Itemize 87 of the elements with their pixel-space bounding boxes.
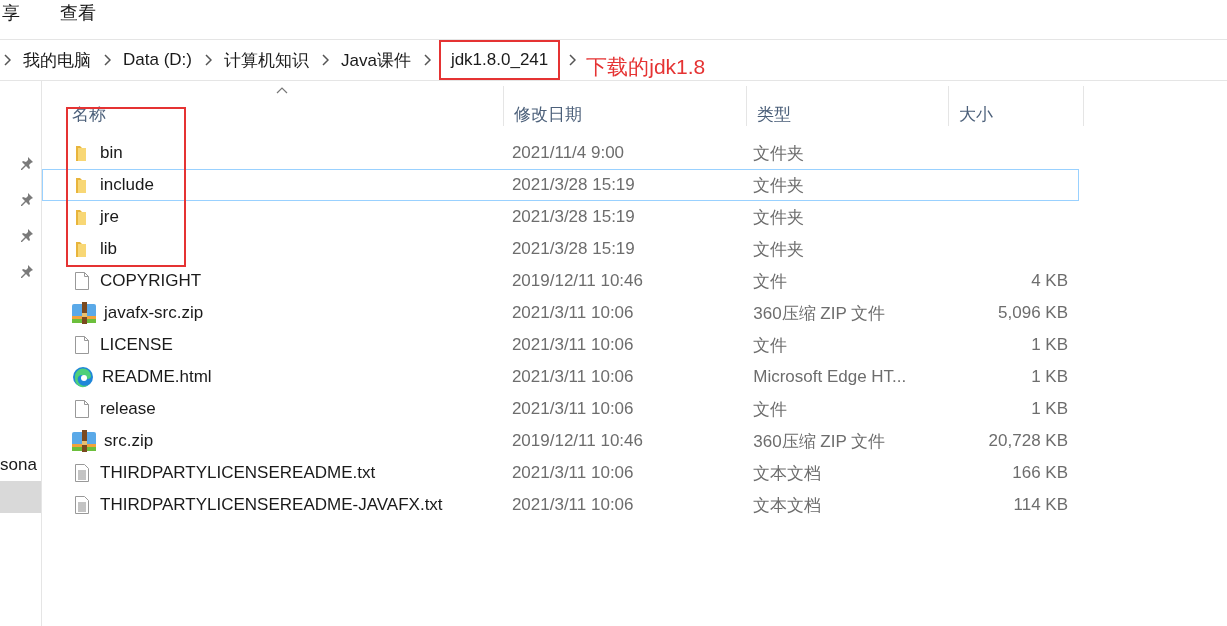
file-name: javafx-src.zip (104, 303, 204, 323)
file-row[interactable]: bin 2021/11/4 9:00 文件夹 (42, 137, 1079, 169)
chevron-icon[interactable] (103, 54, 111, 66)
chevron-icon[interactable] (422, 54, 431, 66)
file-name: THIRDPARTYLICENSEREADME.txt (100, 463, 376, 483)
date-cell-text: 2021/11/4 9:00 (510, 143, 626, 163)
date-cell-text: 2021/3/11 10:06 (510, 399, 635, 419)
breadcrumb-item[interactable]: Java课件 (336, 42, 415, 78)
type-cell-text: 文件 (752, 398, 789, 421)
type-cell-text: 文件夹 (752, 174, 806, 197)
column-header[interactable]: 大小 (949, 86, 1084, 126)
chevron-icon[interactable] (568, 54, 577, 66)
file-row[interactable]: THIRDPARTYLICENSEREADME-JAVAFX.txt 2021/3/11 10:06 文本文档 114 KB (42, 489, 1079, 521)
type-cell-text: 文件 (752, 270, 789, 293)
type-cell-text: 文本文档 (752, 462, 823, 485)
chevron-icon[interactable] (320, 54, 329, 66)
browser-icon (72, 366, 94, 388)
breadcrumb-item[interactable]: 我的电脑 (19, 42, 95, 78)
archive-icon (72, 302, 96, 324)
size-cell-text: 5,096 KB (997, 303, 1069, 323)
pin-icon[interactable] (19, 191, 35, 207)
size-cell-text: 166 KB (1011, 463, 1069, 483)
chevron-icon[interactable] (3, 54, 11, 66)
pin-icon[interactable] (19, 155, 35, 171)
date-cell-text: 2021/3/11 10:06 (510, 367, 635, 387)
file-icon (72, 335, 92, 355)
type-cell-text: 文件 (752, 334, 789, 357)
type-cell-text: 文件夹 (752, 142, 806, 165)
file-row[interactable]: COPYRIGHT 2019/12/11 10:46 文件 4 KB (42, 265, 1079, 297)
date-cell-text: 2019/12/11 10:46 (510, 431, 644, 451)
menu-item[interactable]: 查看 (60, 1, 96, 25)
archive-icon (72, 430, 96, 452)
breadcrumb-item[interactable]: 计算机知识 (219, 42, 313, 78)
type-cell-text: 文件夹 (752, 206, 806, 229)
file-icon (72, 271, 92, 291)
breadcrumb-item[interactable]: jdk1.8.0_241 (438, 40, 561, 80)
file-name: lib (100, 239, 117, 259)
chevron-icon[interactable] (203, 54, 212, 66)
date-cell-text: 2021/3/28 15:19 (510, 175, 636, 195)
menu-item[interactable]: 享 (2, 1, 20, 25)
date-cell-text: 2021/3/11 10:06 (510, 303, 635, 323)
size-cell-text: 4 KB (1030, 271, 1069, 291)
file-name: release (100, 399, 156, 419)
column-header[interactable]: 类型 (747, 86, 949, 126)
pin-icon[interactable] (19, 263, 35, 279)
file-name: THIRDPARTYLICENSEREADME-JAVAFX.txt (100, 495, 443, 515)
text-file-icon (72, 495, 92, 515)
file-row[interactable]: javafx-src.zip 2021/3/11 10:06 360压缩 ZIP 文件 5,096 KB (42, 297, 1079, 329)
type-cell-text: Microsoft Edge HT... (752, 367, 908, 387)
file-name: README.html (102, 367, 212, 387)
file-row[interactable]: include 2021/3/28 15:19 文件夹 (42, 169, 1079, 201)
date-cell-text: 2021/3/11 10:06 (510, 463, 635, 483)
annotation-text: 下载的jdk1.8 (586, 54, 706, 80)
date-cell-text: 2021/3/28 15:19 (510, 207, 636, 227)
size-cell-text: 20,728 KB (987, 431, 1069, 451)
file-icon (72, 399, 92, 419)
date-cell-text: 2021/3/11 10:06 (510, 495, 635, 515)
file-row[interactable]: README.html 2021/3/11 10:06 Microsoft Edge HT... 1 KB (42, 361, 1079, 393)
size-cell-text: 1 KB (1030, 335, 1069, 355)
file-name: src.zip (104, 431, 154, 451)
breadcrumb-item[interactable]: Data (D:) (119, 44, 196, 76)
column-header[interactable]: 修改日期 (504, 86, 747, 126)
size-cell-text: 114 KB (1012, 495, 1069, 515)
file-row[interactable]: src.zip 2019/12/11 10:46 360压缩 ZIP 文件 20,728 KB (42, 425, 1079, 457)
size-cell-text: 1 KB (1030, 399, 1069, 419)
file-row[interactable]: lib 2021/3/28 15:19 文件夹 (42, 233, 1079, 265)
file-name: bin (100, 143, 123, 163)
date-cell-text: 2021/3/28 15:19 (510, 239, 636, 259)
date-cell-text: 2021/3/11 10:06 (510, 335, 635, 355)
type-cell-text: 360压缩 ZIP 文件 (752, 430, 887, 453)
type-cell-text: 文件夹 (752, 238, 806, 261)
sort-caret-icon (276, 87, 288, 94)
type-cell-text: 文本文档 (752, 494, 823, 517)
file-name: include (100, 175, 154, 195)
file-row[interactable]: THIRDPARTYLICENSEREADME.txt 2021/3/11 10:06 文本文档 166 KB (42, 457, 1079, 489)
type-cell-text: 360压缩 ZIP 文件 (752, 302, 887, 325)
file-name: LICENSE (100, 335, 173, 355)
text-file-icon (72, 463, 92, 483)
pin-icon[interactable] (19, 227, 35, 243)
size-cell-text: 1 KB (1030, 367, 1069, 387)
file-row[interactable]: jre 2021/3/28 15:19 文件夹 (42, 201, 1079, 233)
file-row[interactable]: release 2021/3/11 10:06 文件 1 KB (42, 393, 1079, 425)
file-name: COPYRIGHT (100, 271, 202, 291)
date-cell-text: 2019/12/11 10:46 (510, 271, 644, 291)
file-row[interactable]: LICENSE 2021/3/11 10:06 文件 1 KB (42, 329, 1079, 361)
nav-item[interactable]: sona (0, 449, 41, 481)
file-name: jre (100, 207, 119, 227)
